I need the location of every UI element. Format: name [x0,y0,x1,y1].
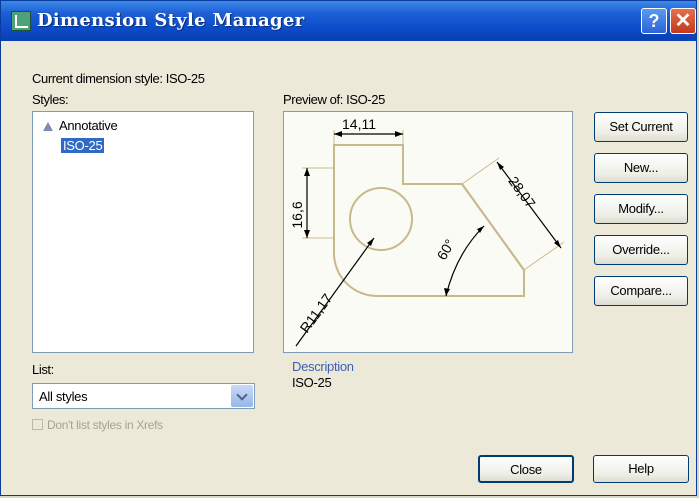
dim-top-label: 14,11 [342,116,376,132]
part-outline [333,144,525,297]
list-label: List: [32,362,54,377]
dim-arc-angle [445,225,485,297]
list-dropdown-value: All styles [39,389,88,404]
style-item-label: Annotative [59,118,118,133]
dimension-style-icon [11,11,31,31]
dim-radius-label: R11,17 [297,290,336,335]
new-button[interactable]: New... [594,153,688,183]
modify-button[interactable]: Modify... [594,194,688,224]
help-icon[interactable]: ? [641,8,667,34]
part-slant-edge [461,183,525,271]
help-button[interactable]: Help [593,455,689,483]
close-icon[interactable]: ✕ [670,8,696,34]
part-hole [349,187,413,251]
window-title: Dimension Style Manager [37,10,305,31]
description-label: Description [292,359,354,374]
dimension-style-manager-window: Dimension Style Manager ? ✕ Current dime… [0,0,697,496]
styles-list[interactable]: Annotative ISO-25 [32,111,254,353]
dim-left-label: 16,6 [289,201,305,228]
dimension-preview-drawing: 14,11 16,6 28,07 60° R11,17 [289,116,565,347]
compare-button[interactable]: Compare... [594,276,688,306]
styles-label: Styles: [32,92,69,107]
style-item-annotative[interactable]: Annotative [43,118,118,133]
dim-slant-label: 28,07 [505,173,539,211]
annotative-icon [43,122,53,131]
dim-angle-label: 60° [433,236,457,262]
set-current-button[interactable]: Set Current [594,112,688,142]
title-bar[interactable]: Dimension Style Manager ? ✕ [1,1,696,41]
close-button[interactable]: Close [478,455,574,483]
override-button[interactable]: Override... [594,235,688,265]
preview-pane: 14,11 16,6 28,07 60° R11,17 [283,111,573,353]
chevron-down-icon[interactable] [231,385,253,407]
list-dropdown[interactable]: All styles [32,383,255,409]
current-style-label: Current dimension style: ISO-25 [32,71,205,86]
description-value: ISO-25 [292,375,332,390]
style-item-iso-25[interactable]: ISO-25 [61,138,105,153]
xrefs-checkbox-label: Don't list styles in Xrefs [47,418,163,432]
preview-label: Preview of: ISO-25 [283,92,385,107]
checkbox-box[interactable] [32,419,43,430]
xrefs-checkbox[interactable]: Don't list styles in Xrefs [32,418,163,432]
